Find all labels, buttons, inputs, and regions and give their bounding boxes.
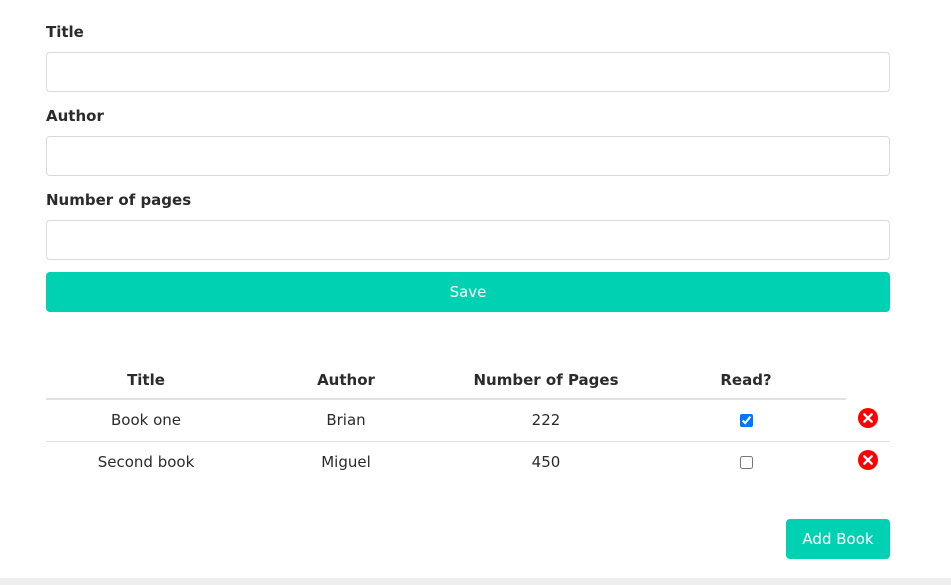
author-label: Author — [46, 107, 104, 125]
cell-title: Book one — [110, 411, 181, 429]
title-label: Title — [46, 23, 84, 41]
author-input[interactable] — [46, 136, 890, 176]
cell-pages: 450 — [531, 453, 561, 471]
close-circle-icon[interactable] — [858, 450, 878, 470]
books-table: Title Author Number of Pages Read? Book … — [46, 360, 890, 483]
table-row: Book one Brian 222 — [46, 400, 890, 442]
cell-read — [646, 442, 846, 483]
read-checkbox[interactable] — [739, 456, 753, 469]
header-pages: Number of Pages — [473, 371, 619, 389]
pages-input[interactable] — [46, 220, 890, 260]
page: Title Author Number of pages Save Title … — [0, 0, 951, 585]
read-checkbox[interactable] — [739, 414, 753, 427]
cell-read — [646, 400, 846, 441]
header-read: Read? — [720, 371, 772, 389]
cell-pages: 222 — [531, 411, 561, 429]
add-book-button[interactable]: Add Book — [786, 519, 890, 559]
table-header: Title Author Number of Pages Read? — [46, 360, 846, 400]
cell-author: Brian — [326, 411, 366, 429]
pages-label: Number of pages — [46, 191, 192, 209]
save-button[interactable]: Save — [46, 272, 890, 312]
header-title: Title — [127, 371, 165, 389]
header-author: Author — [317, 371, 375, 389]
cell-title: Second book — [97, 453, 195, 471]
bottom-divider — [0, 578, 951, 585]
table-row: Second book Miguel 450 — [46, 442, 890, 483]
cell-author: Miguel — [321, 453, 371, 471]
title-input[interactable] — [46, 52, 890, 92]
close-circle-icon[interactable] — [858, 408, 878, 428]
book-form: Title Author Number of pages — [46, 22, 890, 274]
